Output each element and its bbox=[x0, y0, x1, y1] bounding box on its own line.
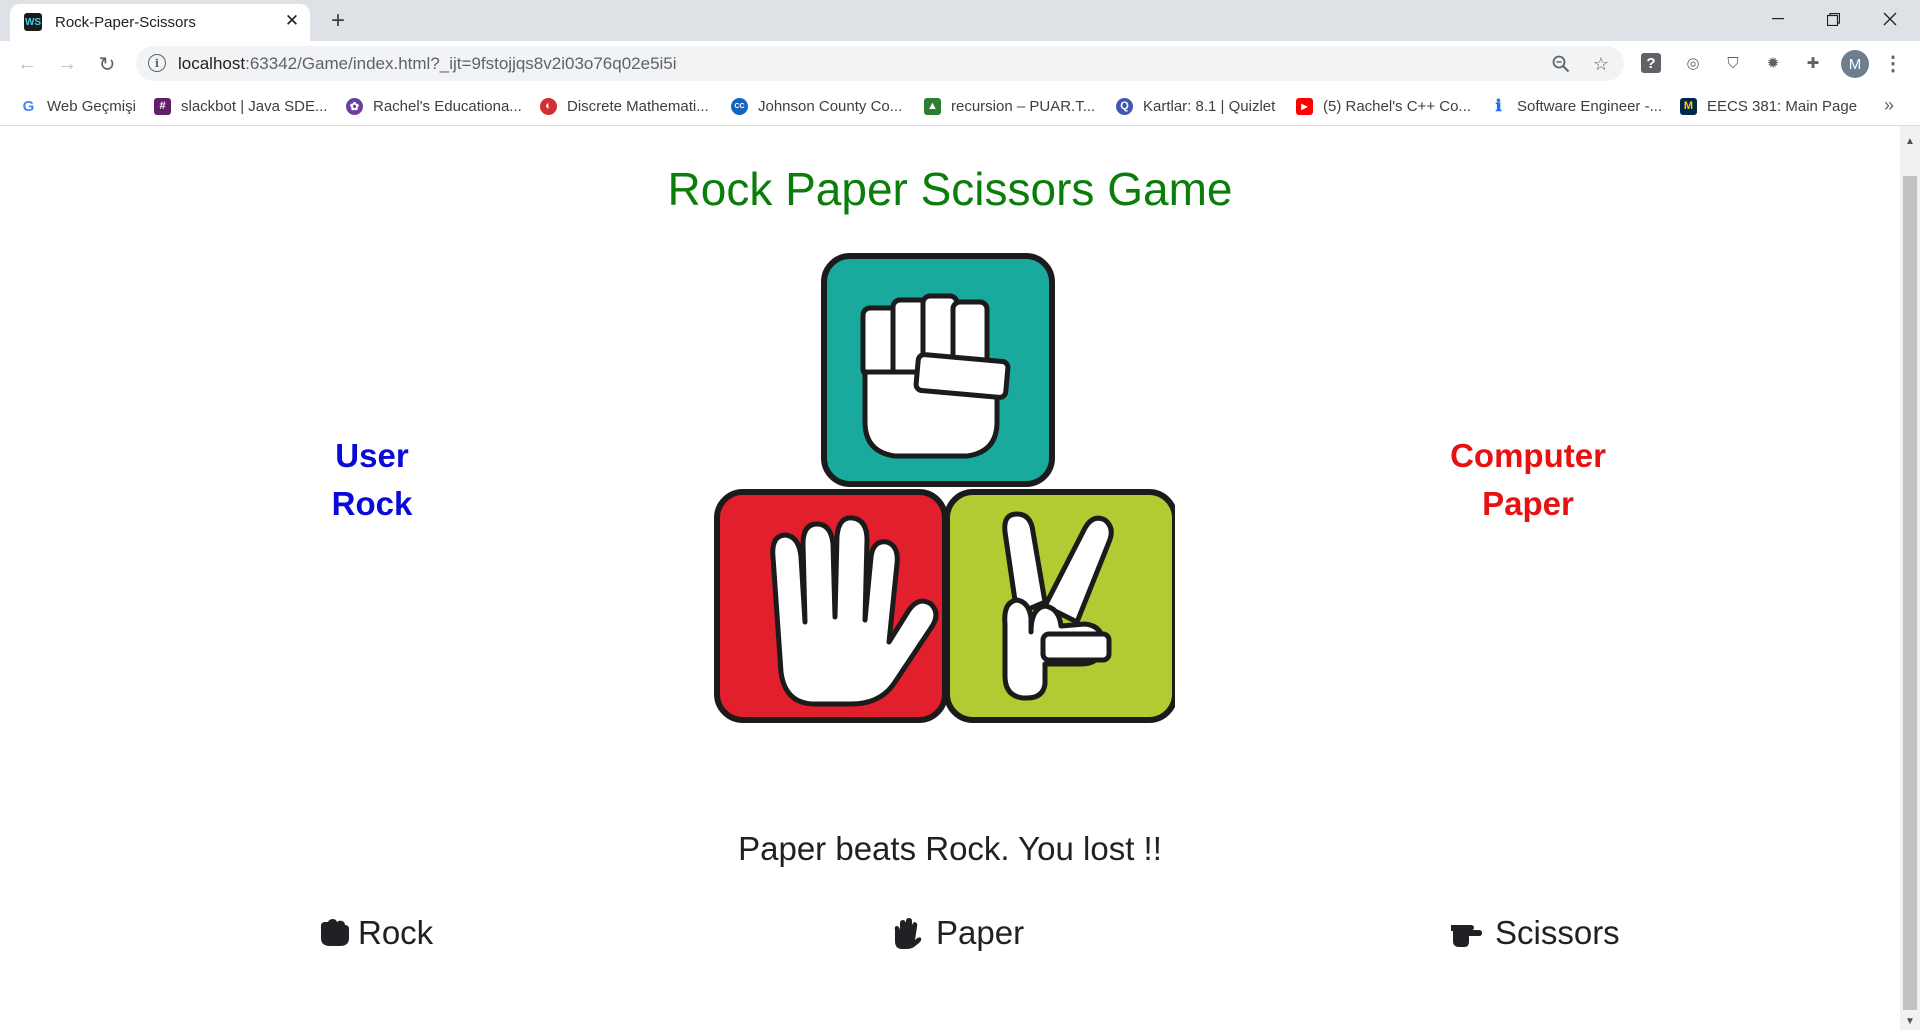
book-icon: ◐ bbox=[540, 97, 557, 115]
rps-logo-image bbox=[714, 253, 1175, 723]
bookmarks-bar: G Web Geçmişi # slackbot | Java SDE... ✿ Ra… bbox=[0, 87, 1920, 126]
paper-button-label: Paper bbox=[936, 914, 1025, 951]
extensions-puzzle-icon[interactable]: ✚ bbox=[1801, 51, 1825, 75]
site-info-icon[interactable]: i bbox=[148, 54, 166, 72]
computer-label: Computer bbox=[1450, 437, 1606, 474]
bookmark-item[interactable]: ℹ Software Engineer -... bbox=[1490, 95, 1662, 117]
extension-circle-icon[interactable]: ◎ bbox=[1681, 51, 1705, 75]
zoom-icon[interactable] bbox=[1549, 52, 1573, 76]
rock-button[interactable]: Rock bbox=[318, 914, 433, 952]
new-tab-icon[interactable]: + bbox=[325, 7, 351, 34]
bookmark-star-icon[interactable]: ☆ bbox=[1589, 52, 1613, 76]
browser-tab[interactable]: WS Rock-Paper-Scissors ✕ bbox=[10, 4, 310, 41]
result-message: Paper beats Rock. You lost !! bbox=[738, 830, 1162, 867]
restore-icon[interactable] bbox=[1811, 4, 1855, 34]
bookmarks-overflow-icon[interactable]: » bbox=[1884, 95, 1894, 116]
user-panel: User Rock bbox=[242, 432, 502, 528]
browser-toolbar: ← → ↻ i localhost:63342/Game/index.html?… bbox=[0, 41, 1920, 87]
paper-hand-icon bbox=[894, 918, 922, 949]
webstorm-icon: WS bbox=[24, 13, 42, 31]
slack-icon: # bbox=[154, 97, 171, 115]
forward-icon[interactable]: → bbox=[51, 48, 83, 80]
scissors-button-label: Scissors bbox=[1495, 914, 1620, 951]
scroll-thumb[interactable] bbox=[1903, 176, 1917, 1010]
close-window-icon[interactable] bbox=[1868, 4, 1912, 34]
computer-panel: Computer Paper bbox=[1398, 432, 1658, 528]
paper-tile bbox=[714, 489, 948, 723]
scissors-button[interactable]: Scissors bbox=[1449, 914, 1620, 952]
bookmark-item[interactable]: ✿ Rachel's Educationa... bbox=[346, 95, 522, 117]
bookmark-item[interactable]: # slackbot | Java SDE... bbox=[154, 95, 327, 117]
bookmark-item[interactable]: ▲ recursion – PUAR.T... bbox=[924, 95, 1095, 117]
youtube-icon: ▶ bbox=[1296, 97, 1313, 115]
url-text[interactable]: localhost:63342/Game/index.html?_ijt=9fs… bbox=[178, 54, 677, 74]
puar-icon: ▲ bbox=[924, 97, 941, 115]
user-label: User bbox=[335, 437, 409, 474]
reload-icon[interactable]: ↻ bbox=[91, 48, 123, 80]
page-scrollbar[interactable]: ▲ ▼ bbox=[1900, 126, 1920, 1030]
quizlet-icon: Q bbox=[1116, 97, 1133, 115]
scissors-hand-icon bbox=[1451, 925, 1482, 947]
bookmark-item[interactable]: Q Kartlar: 8.1 | Quizlet bbox=[1116, 95, 1275, 117]
game-page: Rock Paper Scissors Game User Rock Compu… bbox=[0, 126, 1900, 1030]
tab-strip: WS Rock-Paper-Scissors ✕ + bbox=[0, 0, 1920, 41]
puzzle-icon: ✿ bbox=[346, 97, 363, 115]
address-bar[interactable]: i localhost:63342/Game/index.html?_ijt=9… bbox=[136, 46, 1624, 81]
bookmark-item[interactable]: G Web Geçmişi bbox=[20, 95, 136, 117]
minimize-icon[interactable] bbox=[1756, 4, 1800, 34]
bookmark-item[interactable]: ▶ (5) Rachel's C++ Co... bbox=[1296, 95, 1471, 117]
rock-tile bbox=[821, 253, 1055, 487]
computer-choice: Paper bbox=[1482, 485, 1574, 522]
bookmark-item[interactable]: ◐ Discrete Mathemati... bbox=[540, 95, 709, 117]
user-choice: Rock bbox=[331, 485, 413, 522]
bookmark-item[interactable]: M EECS 381: Main Page bbox=[1680, 95, 1857, 117]
bug-icon[interactable]: ✹ bbox=[1761, 51, 1785, 75]
close-tab-icon[interactable]: ✕ bbox=[280, 9, 304, 33]
google-icon: G bbox=[22, 97, 35, 115]
rock-hand-icon bbox=[321, 919, 349, 946]
help-extension-icon[interactable]: ? bbox=[1641, 53, 1661, 73]
scroll-down-icon[interactable]: ▼ bbox=[1900, 1012, 1920, 1030]
tab-title: Rock-Paper-Scissors bbox=[55, 14, 196, 31]
shield-icon[interactable]: ⛉ bbox=[1721, 51, 1745, 75]
college-icon: CC bbox=[731, 97, 748, 115]
profile-avatar[interactable]: M bbox=[1841, 50, 1869, 78]
michigan-icon: M bbox=[1680, 97, 1697, 115]
page-title: Rock Paper Scissors Game bbox=[667, 163, 1233, 215]
menu-dots-icon[interactable]: ⋮ bbox=[1881, 51, 1905, 75]
rock-button-label: Rock bbox=[358, 914, 434, 951]
scissors-tile bbox=[944, 489, 1175, 723]
bookmark-item[interactable]: CC Johnson County Co... bbox=[731, 95, 902, 117]
paper-button[interactable]: Paper bbox=[888, 914, 1024, 952]
info-icon: ℹ bbox=[1490, 97, 1507, 115]
back-icon[interactable]: ← bbox=[11, 48, 43, 80]
scroll-up-icon[interactable]: ▲ bbox=[1900, 132, 1920, 150]
